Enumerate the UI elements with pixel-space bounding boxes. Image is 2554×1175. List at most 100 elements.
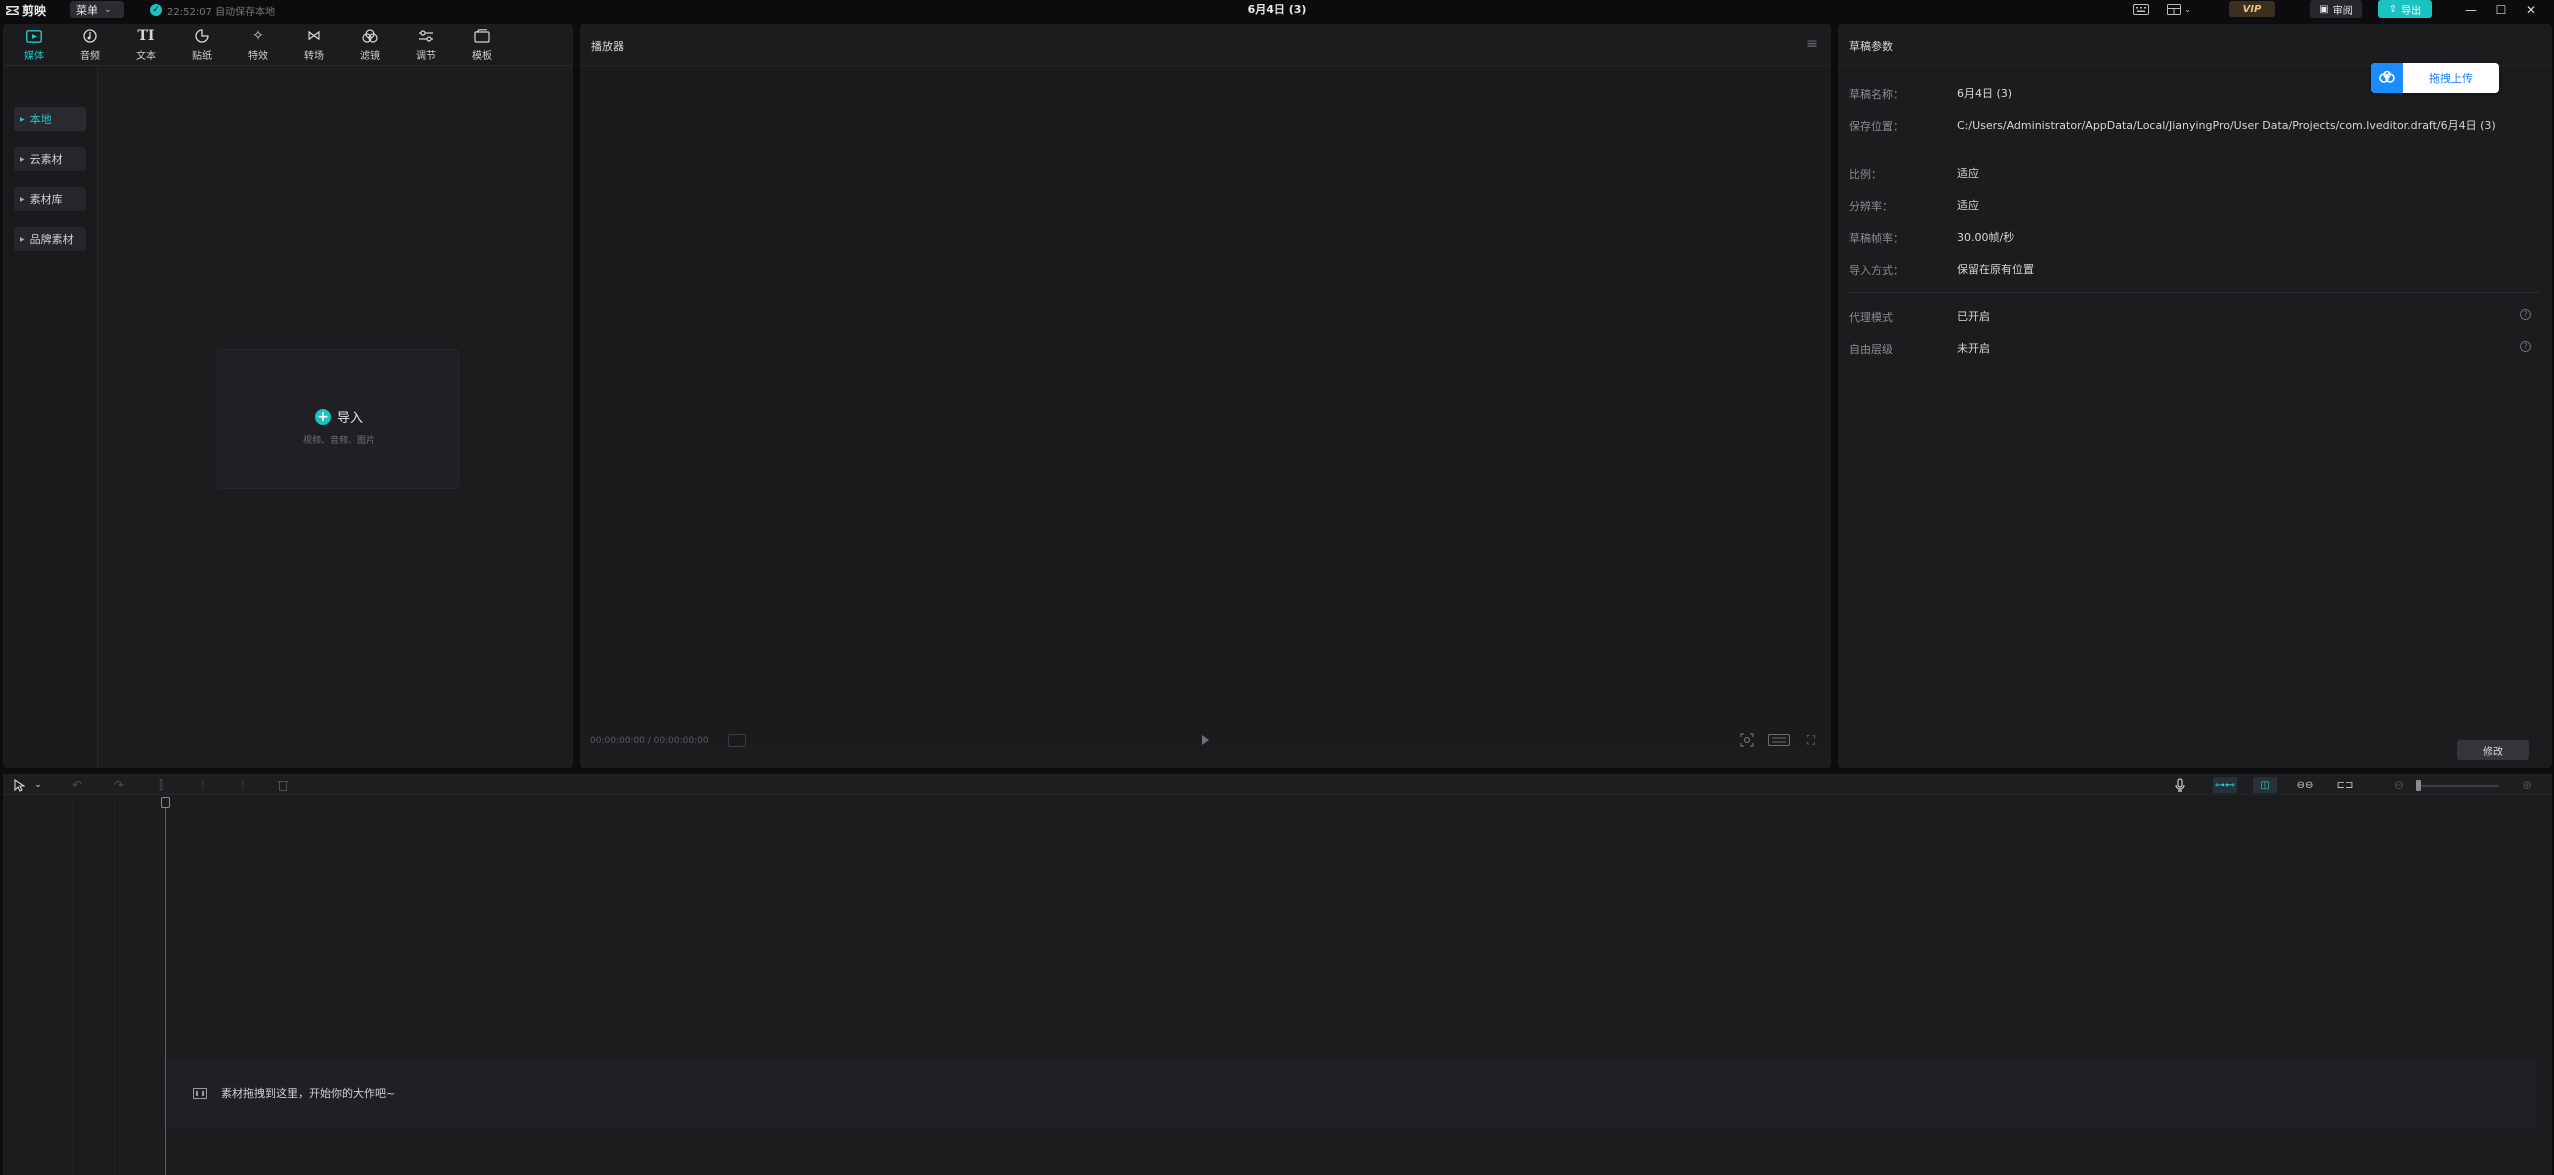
param-key: 草稿名称： <box>1849 88 1904 101</box>
sidebar-item-local[interactable]: ▶ 本地 <box>14 107 86 131</box>
vip-badge[interactable]: VIP <box>2229 1 2275 17</box>
setting-row-free-layer: 自由层级 未开启 <box>1849 341 2517 357</box>
upload-label: 拖拽上传 <box>2429 72 2473 85</box>
review-icon: ▣ <box>2319 3 2329 15</box>
capcut-logo-icon <box>6 5 19 15</box>
export-button[interactable]: ⇪ 导出 <box>2378 0 2432 18</box>
tab-audio[interactable]: 音频 <box>65 27 115 65</box>
autosave-text: 22:52:07 自动保存本地 <box>167 6 276 18</box>
tab-filter[interactable]: 滤镜 <box>345 27 395 65</box>
player-header: 播放器 ≡ <box>580 24 1831 66</box>
menu-label: 菜单 <box>76 3 98 17</box>
tab-template[interactable]: 模板 <box>457 27 507 65</box>
param-row-ratio: 比例： 适应 <box>1849 166 2517 182</box>
split-right-icon[interactable]: ⦙ <box>235 777 251 793</box>
tab-adjust[interactable]: 调节 <box>401 27 451 65</box>
modify-button[interactable]: 修改 <box>2457 740 2529 760</box>
divider <box>72 796 73 1175</box>
chevron-down-icon: ⌄ <box>2184 5 2191 14</box>
select-cursor-icon[interactable] <box>11 777 27 793</box>
chevron-down-icon[interactable]: ⌄ <box>33 777 43 793</box>
sidebar-item-label: 本地 <box>29 113 52 126</box>
tab-transition[interactable]: ⋈ 转场 <box>289 27 339 65</box>
param-key: 草稿帧率： <box>1849 232 1904 245</box>
import-label: 导入 <box>336 411 363 426</box>
draft-title: 草稿参数 <box>1849 40 1893 53</box>
media-tabs: 媒体 音频 TI 文本 贴纸 ✧ 特效 ⋈ 转场 滤镜 调节 模板 <box>3 24 573 66</box>
timeline-toolbar: ⌄ ↶ ↷ ⫿ ⦙ ⦙ ⊶⊷ ◫ ⊖⊖ ⊏⊐ ⊖ ⊕ <box>3 774 2552 795</box>
player-title: 播放器 <box>591 40 624 53</box>
caret-right-icon: ▶ <box>20 115 25 123</box>
redo-icon[interactable]: ↷ <box>111 777 127 793</box>
sidebar-item-brand[interactable]: ▶ 品牌素材 <box>14 227 86 251</box>
microphone-icon[interactable] <box>2171 777 2189 793</box>
param-row-import-mode: 导入方式： 保留在原有位置 <box>1849 262 2517 278</box>
param-value: 保留在原有位置 <box>1957 263 2034 276</box>
zoom-out-icon[interactable]: ⊖ <box>2391 777 2407 793</box>
player-timecode: 00:00:00:00 / 00:00:00:00 <box>590 736 709 746</box>
param-row-location: 保存位置： C:/Users/Administrator/AppData/Loc… <box>1849 118 2517 134</box>
param-row-resolution: 分辨率： 适应 <box>1849 198 2517 214</box>
param-row-name: 草稿名称： 6月4日 (3) <box>1849 86 2517 102</box>
link-icon[interactable]: ⊖⊖ <box>2293 777 2317 793</box>
review-button[interactable]: ▣ 审阅 <box>2310 0 2362 18</box>
preview-axis-icon[interactable]: ⊏⊐ <box>2333 777 2357 793</box>
menu-button[interactable]: 菜单 ⌄ <box>70 1 124 18</box>
keyboard-shortcut-icon[interactable] <box>2130 1 2152 18</box>
help-icon[interactable]: ? <box>2520 341 2531 352</box>
setting-key: 自由层级 <box>1849 343 1893 356</box>
split-icon[interactable]: ⫿ <box>153 777 169 793</box>
close-icon[interactable]: ✕ <box>2516 0 2546 20</box>
import-dropzone[interactable]: + 导入 视频、音频、图片 <box>217 349 459 489</box>
drop-hint-text: 素材拖拽到这里，开始你的大作吧~ <box>221 1087 396 1100</box>
param-value: C:/Users/Administrator/AppData/Local/Jia… <box>1957 119 2496 132</box>
delete-icon[interactable] <box>275 777 291 793</box>
player-canvas[interactable] <box>580 67 1831 747</box>
sidebar-item-label: 素材库 <box>29 193 63 206</box>
zoom-slider-handle[interactable] <box>2416 780 2421 791</box>
undo-icon[interactable]: ↶ <box>69 777 85 793</box>
aspect-ratio-icon[interactable] <box>1766 732 1792 748</box>
check-icon: ✓ <box>150 4 162 16</box>
sidebar-item-label: 云素材 <box>29 153 63 166</box>
zoom-slider-track[interactable] <box>2417 785 2499 787</box>
playhead-handle[interactable] <box>161 797 170 808</box>
maximize-icon[interactable]: ☐ <box>2486 0 2516 20</box>
param-row-framerate: 草稿帧率： 30.00帧/秒 <box>1849 230 2517 246</box>
timeline-drop-zone[interactable]: 素材拖拽到这里，开始你的大作吧~ <box>167 1058 2537 1128</box>
play-icon <box>1202 735 1209 745</box>
playhead-line[interactable] <box>165 800 166 1175</box>
param-key: 分辨率： <box>1849 200 1893 213</box>
adjust-icon <box>418 27 434 45</box>
caret-right-icon: ▶ <box>20 235 25 243</box>
draft-header: 草稿参数 <box>1838 24 2552 66</box>
film-icon <box>193 1087 207 1099</box>
sidebar-item-library[interactable]: ▶ 素材库 <box>14 187 86 211</box>
autosave-status: ✓ 22:52:07 自动保存本地 <box>150 2 275 18</box>
export-label: 导出 <box>2401 5 2422 17</box>
sidebar-item-cloud[interactable]: ▶ 云素材 <box>14 147 86 171</box>
help-icon[interactable]: ? <box>2520 309 2531 320</box>
text-icon: TI <box>137 28 155 44</box>
zoom-in-icon[interactable]: ⊕ <box>2519 777 2535 793</box>
tab-label: 特效 <box>248 51 268 62</box>
fullscreen-icon[interactable]: ⛶ <box>1802 732 1820 748</box>
tab-label: 转场 <box>304 51 324 62</box>
frame-icon[interactable] <box>728 734 746 747</box>
timeline-panel: ⌄ ↶ ↷ ⫿ ⦙ ⦙ ⊶⊷ ◫ ⊖⊖ ⊏⊐ ⊖ ⊕ 素材拖拽到这里，开始你的大… <box>3 774 2552 1175</box>
layout-icon[interactable]: ⌄ <box>2162 1 2196 18</box>
hamburger-menu-icon[interactable]: ≡ <box>1804 36 1820 52</box>
media-icon <box>26 27 42 45</box>
minimize-icon[interactable]: — <box>2456 0 2486 20</box>
import-button[interactable]: + 导入 <box>218 407 460 426</box>
focus-icon[interactable] <box>1738 732 1756 748</box>
auto-snap-icon[interactable]: ◫ <box>2253 777 2277 793</box>
play-button[interactable] <box>1197 732 1213 748</box>
tab-effects[interactable]: ✧ 特效 <box>233 27 283 65</box>
tab-text[interactable]: TI 文本 <box>121 27 171 65</box>
export-icon: ⇪ <box>2388 3 2398 15</box>
tab-sticker[interactable]: 贴纸 <box>177 27 227 65</box>
main-track-magnet-icon[interactable]: ⊶⊷ <box>2213 777 2237 793</box>
split-left-icon[interactable]: ⦙ <box>195 777 211 793</box>
tab-media[interactable]: 媒体 <box>9 27 59 65</box>
